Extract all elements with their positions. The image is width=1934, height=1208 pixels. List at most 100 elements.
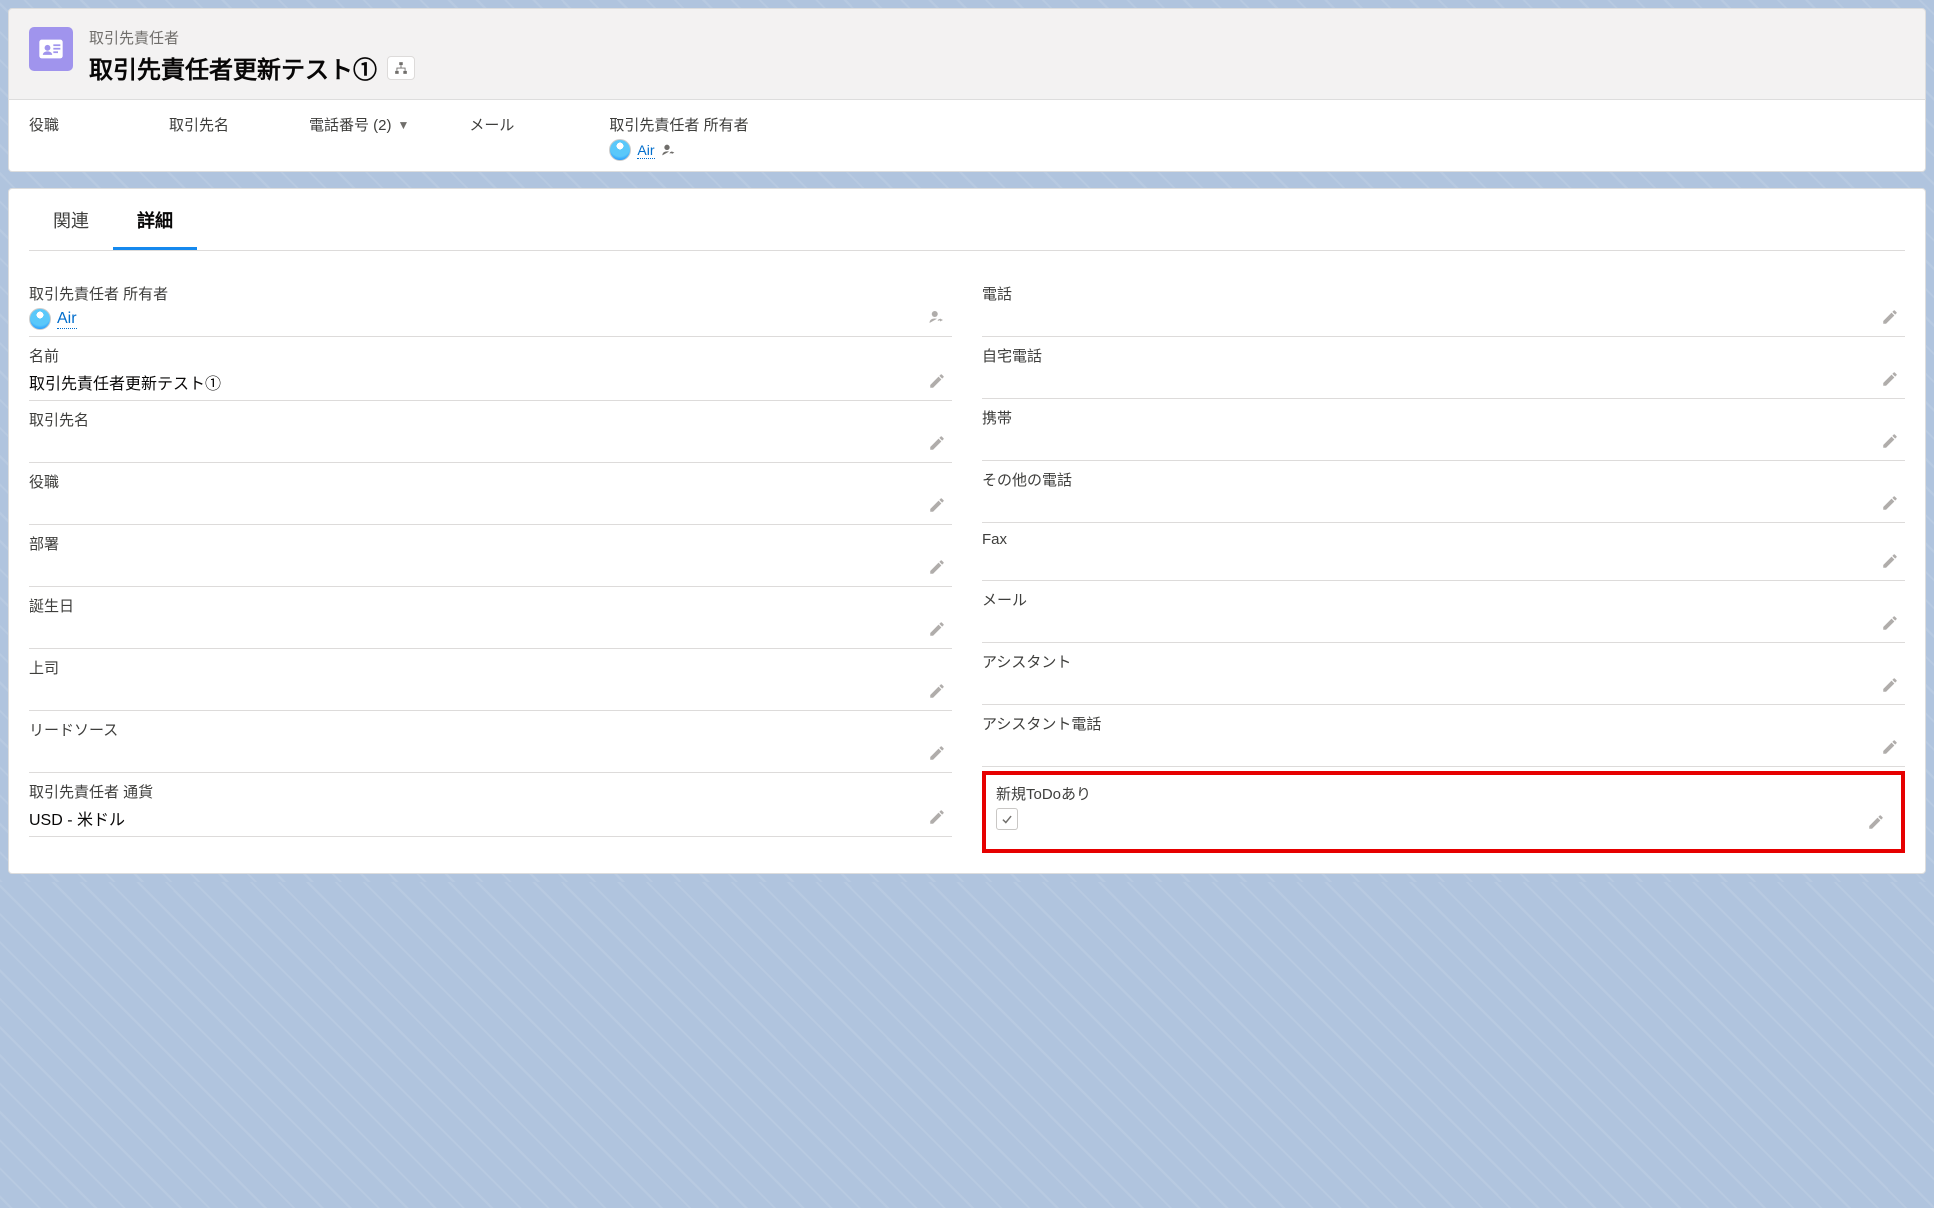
pencil-icon[interactable] [1881, 676, 1899, 694]
field-label: 部署 [29, 533, 952, 554]
contact-icon [29, 27, 73, 71]
tab-details[interactable]: 詳細 [113, 189, 197, 250]
pencil-icon[interactable] [1881, 614, 1899, 632]
highlight-label: 取引先責任者 所有者 [609, 114, 748, 135]
field-label: 携帯 [982, 407, 1905, 428]
field-value [982, 676, 1905, 698]
field-label: リードソース [29, 719, 952, 740]
pencil-icon[interactable] [928, 744, 946, 762]
field-label: 誕生日 [29, 595, 952, 616]
record-header: 取引先責任者 取引先責任者更新テスト① [8, 8, 1926, 100]
field-department: 部署 [29, 525, 952, 587]
pencil-icon[interactable] [928, 434, 946, 452]
field-label: 取引先名 [29, 409, 952, 430]
field-label: 電話 [982, 283, 1905, 304]
field-phone: 電話 [982, 275, 1905, 337]
tab-related[interactable]: 関連 [29, 189, 113, 250]
field-label: 取引先責任者 所有者 [29, 283, 952, 304]
field-mobile: 携帯 [982, 399, 1905, 461]
pencil-icon[interactable] [928, 808, 946, 826]
field-value: 取引先責任者更新テスト① [29, 370, 952, 394]
pencil-icon[interactable] [928, 558, 946, 576]
pencil-icon[interactable] [928, 372, 946, 390]
highlight-label: メール [469, 114, 549, 135]
pencil-icon[interactable] [1881, 494, 1899, 512]
field-assistant-phone: アシスタント電話 [982, 705, 1905, 767]
record-name: 取引先責任者更新テスト① [89, 50, 377, 85]
field-value [982, 308, 1905, 330]
highlight-label: 取引先名 [169, 114, 249, 135]
field-value [982, 370, 1905, 392]
highlight-account: 取引先名 [169, 114, 249, 161]
highlights-panel: 役職 取引先名 電話番号 (2) ▼ メール 取引先責任者 所有者 Air [8, 100, 1926, 172]
chevron-down-icon: ▼ [398, 118, 410, 132]
highlight-owner: 取引先責任者 所有者 Air [609, 114, 748, 161]
field-assistant: アシスタント [982, 643, 1905, 705]
highlight-email: メール [469, 114, 549, 161]
field-label: 上司 [29, 657, 952, 678]
pencil-icon[interactable] [1881, 552, 1899, 570]
field-home-phone: 自宅電話 [982, 337, 1905, 399]
avatar [29, 308, 51, 330]
field-account: 取引先名 [29, 401, 952, 463]
field-value [982, 614, 1905, 636]
checkbox-checked [996, 808, 1018, 830]
owner-link[interactable]: Air [57, 310, 77, 329]
change-owner-icon[interactable] [661, 142, 677, 158]
field-value [29, 496, 952, 518]
detail-col-left: 取引先責任者 所有者 Air 名前 取引先責任者更新テスト① 取引先名 役職 [29, 275, 952, 853]
field-label: 役職 [29, 471, 952, 492]
field-birthdate: 誕生日 [29, 587, 952, 649]
pencil-icon[interactable] [1881, 370, 1899, 388]
change-owner-icon[interactable] [928, 308, 946, 326]
field-value: USD - 米ドル [29, 806, 952, 830]
field-value [29, 682, 952, 704]
avatar [609, 139, 631, 161]
highlight-phone[interactable]: 電話番号 (2) ▼ [309, 114, 409, 161]
field-fax: Fax [982, 523, 1905, 581]
highlight-label: 役職 [29, 114, 109, 135]
field-lead-source: リードソース [29, 711, 952, 773]
owner-link[interactable]: Air [637, 142, 654, 159]
field-label: 名前 [29, 345, 952, 366]
highlight-role: 役職 [29, 114, 109, 161]
field-value [982, 738, 1905, 760]
field-title: 役職 [29, 463, 952, 525]
field-value [29, 434, 952, 456]
highlight-phone-label: 電話番号 (2) [309, 114, 392, 135]
pencil-icon[interactable] [928, 682, 946, 700]
field-owner: 取引先責任者 所有者 Air [29, 275, 952, 337]
check-icon [1000, 812, 1014, 826]
field-email: メール [982, 581, 1905, 643]
field-value [29, 558, 952, 580]
pencil-icon[interactable] [928, 620, 946, 638]
pencil-icon[interactable] [1881, 738, 1899, 756]
hierarchy-icon [394, 61, 408, 75]
pencil-icon[interactable] [1881, 308, 1899, 326]
field-value [29, 620, 952, 642]
highlighted-new-todo: 新規ToDoあり [982, 771, 1905, 853]
field-label: メール [982, 589, 1905, 610]
field-label: 新規ToDoあり [996, 783, 1891, 804]
field-label: 自宅電話 [982, 345, 1905, 366]
pencil-icon[interactable] [928, 496, 946, 514]
object-label: 取引先責任者 [89, 27, 415, 48]
tabs: 関連 詳細 [29, 189, 1905, 251]
field-label: Fax [982, 531, 1905, 548]
detail-col-right: 電話 自宅電話 携帯 その他の電話 Fax [982, 275, 1905, 853]
field-value [982, 494, 1905, 516]
field-currency: 取引先責任者 通貨 USD - 米ドル [29, 773, 952, 837]
field-label: その他の電話 [982, 469, 1905, 490]
hierarchy-button[interactable] [387, 56, 415, 80]
field-value [982, 432, 1905, 454]
pencil-icon[interactable] [1867, 813, 1885, 831]
field-new-todo: 新規ToDoあり [996, 783, 1891, 841]
field-label: 取引先責任者 通貨 [29, 781, 952, 802]
field-label: アシスタント電話 [982, 713, 1905, 734]
pencil-icon[interactable] [1881, 432, 1899, 450]
field-value [29, 744, 952, 766]
field-reports-to: 上司 [29, 649, 952, 711]
detail-panel: 関連 詳細 取引先責任者 所有者 Air 名前 取引先責任者更新テスト① 取引先… [8, 188, 1926, 874]
field-name: 名前 取引先責任者更新テスト① [29, 337, 952, 401]
field-value [982, 552, 1905, 574]
